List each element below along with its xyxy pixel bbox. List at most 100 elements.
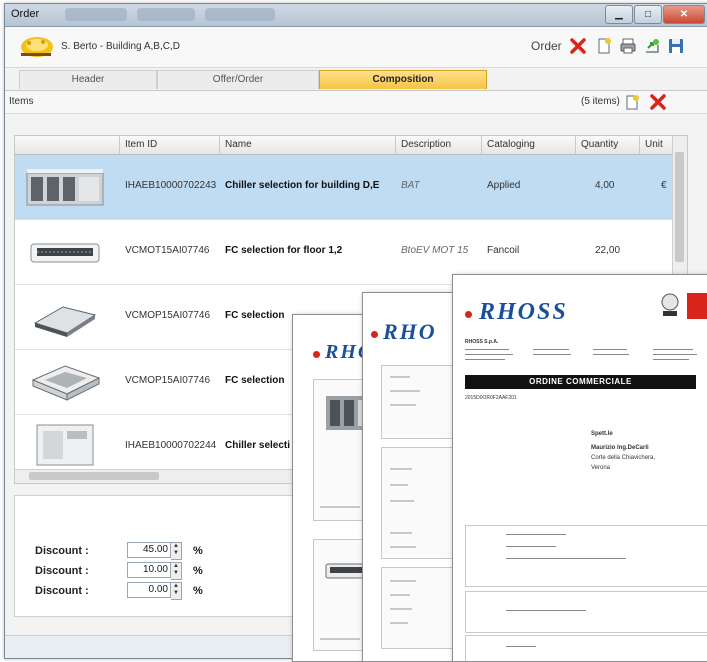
horizontal-scroll-thumb[interactable] xyxy=(29,472,159,480)
table-row[interactable]: IHAEB10000702243 Chiller selection for b… xyxy=(15,155,673,220)
discounts-panel: Discount : 45.00 ▲ ▼ % Discount : 10.00 ▲… xyxy=(14,495,306,617)
item-description: BAT xyxy=(401,180,420,191)
tab-composition[interactable]: Composition xyxy=(319,70,487,89)
document-heading: ORDINE COMMERCIALE xyxy=(465,375,696,389)
discount-unit: % xyxy=(193,545,203,557)
item-id: IHAEB10000702244 xyxy=(125,440,217,451)
close-window-button[interactable]: ✕ xyxy=(663,5,705,24)
building-logo-icon xyxy=(21,37,53,57)
chiller-unit-image xyxy=(36,424,94,466)
discount-spinner[interactable]: ▲ ▼ xyxy=(171,582,182,600)
delete-icon xyxy=(570,38,586,54)
item-description: BtoEV MOT 15 xyxy=(401,245,469,256)
items-count: (5 items) xyxy=(581,96,620,107)
item-name: Chiller selecti xyxy=(225,440,291,451)
print-button[interactable] xyxy=(617,35,639,57)
recipient-address: Corte della Chiavichera, xyxy=(591,455,656,461)
tab-header[interactable]: Header xyxy=(19,70,157,89)
chiller-unit-image xyxy=(26,169,104,206)
notes-box xyxy=(465,591,707,633)
document-reference: 2015D0OR0F2AAF201 xyxy=(465,395,517,401)
delete-icon xyxy=(650,94,666,110)
column-header-name[interactable]: Name xyxy=(225,139,252,150)
item-quantity: 4,00 xyxy=(595,180,615,191)
item-id: VCMOT15AI07746 xyxy=(125,245,210,256)
order-header: S. Berto - Building A,B,C,D Order xyxy=(5,27,707,68)
brand-dot xyxy=(313,351,320,358)
delete-item-button[interactable] xyxy=(647,91,669,113)
fancoil-unit-image xyxy=(30,243,100,263)
items-toolbar: Items (5 items) xyxy=(5,91,707,114)
items-label: Items xyxy=(9,96,34,107)
recipient-city: Verona xyxy=(591,465,611,471)
recipient-name: Maurizio Ing.DeCarli xyxy=(591,445,649,451)
discount-row: Discount : 10.00 ▲ ▼ % xyxy=(35,562,235,580)
delete-order-button[interactable] xyxy=(567,35,589,57)
discount-label: Discount : xyxy=(35,545,89,557)
title-bar: Order ▁ □ ✕ xyxy=(5,4,707,27)
discount-unit: % xyxy=(193,585,203,597)
discount-label: Discount : xyxy=(35,565,89,577)
tab-offer-order[interactable]: Offer/Order xyxy=(157,70,319,89)
item-id: VCMOP15AI07746 xyxy=(125,375,211,386)
add-item-button[interactable] xyxy=(621,91,643,113)
discount-row: Discount : 45.00 ▲ ▼ % xyxy=(35,542,235,560)
new-document-button[interactable] xyxy=(593,35,615,57)
item-cataloging: Applied xyxy=(487,180,521,191)
export-icon xyxy=(646,39,659,53)
blurred-taskbar-item xyxy=(65,8,127,21)
discount-unit: % xyxy=(193,565,203,577)
item-name: FC selection xyxy=(225,375,285,386)
item-name: FC selection for floor 1,2 xyxy=(225,245,343,256)
column-header-quantity[interactable]: Quantity xyxy=(581,139,618,150)
order-details-box xyxy=(465,525,707,587)
maximize-button[interactable]: □ xyxy=(634,5,662,24)
discount-spinner[interactable]: ▲ ▼ xyxy=(171,562,182,580)
item-quantity: 22,00 xyxy=(595,245,621,256)
item-name: Chiller selection for building D,E xyxy=(225,180,380,191)
vertical-scroll-thumb[interactable] xyxy=(675,152,684,262)
window-controls: ▁ □ ✕ xyxy=(604,5,705,24)
discount-input[interactable]: 10.00 xyxy=(127,562,171,578)
discount-input[interactable]: 45.00 xyxy=(127,542,171,558)
order-label: Order xyxy=(531,39,562,53)
discount-spinner[interactable]: ▲ ▼ xyxy=(171,542,182,560)
ceiling-unit-image xyxy=(33,306,97,337)
blurred-taskbar-item xyxy=(205,8,275,21)
save-icon xyxy=(669,39,683,53)
column-header-item-id[interactable]: Item ID xyxy=(125,139,157,150)
printer-icon xyxy=(620,38,636,54)
item-id: VCMOP15AI07746 xyxy=(125,310,211,321)
column-header-unit[interactable]: Unit xyxy=(645,139,663,150)
tab-strip: Header Offer/Order Composition xyxy=(5,68,707,91)
item-id: IHAEB10000702243 xyxy=(125,180,217,191)
column-header-cataloging[interactable]: Cataloging xyxy=(487,139,535,150)
new-item-icon xyxy=(626,95,639,110)
brand-dot xyxy=(371,331,378,338)
organization-name: S. Berto - Building A,B,C,D xyxy=(61,41,180,52)
brand-logo: RHO xyxy=(383,319,437,344)
document-preview-front: RHOSS RHOSS S.p.A. ORDINE COMMERCIALE 20… xyxy=(452,274,707,662)
terms-box xyxy=(465,635,707,661)
item-unit: € xyxy=(661,180,667,191)
blurred-taskbar-item xyxy=(137,8,195,21)
column-header-description[interactable]: Description xyxy=(401,139,451,150)
recipient-line: Spett.le xyxy=(591,431,613,437)
discount-input[interactable]: 0.00 xyxy=(127,582,171,598)
item-name: FC selection xyxy=(225,310,285,321)
company-name: RHOSS S.p.A. xyxy=(465,339,499,345)
item-cataloging: Fancoil xyxy=(487,245,520,256)
certification-badge xyxy=(687,293,707,319)
certification-seal-icon xyxy=(661,293,679,316)
discount-row: Discount : 0.00 ▲ ▼ % xyxy=(35,582,235,600)
minimize-button[interactable]: ▁ xyxy=(605,5,633,24)
cassette-unit-image xyxy=(31,365,101,401)
save-button[interactable] xyxy=(665,35,687,57)
discount-label: Discount : xyxy=(35,585,89,597)
brand-dot xyxy=(465,311,472,318)
window-title: Order xyxy=(11,8,40,20)
new-document-icon xyxy=(598,38,611,54)
brand-logo: RHOSS xyxy=(479,299,568,325)
export-button[interactable] xyxy=(641,35,663,57)
grid-header: Item ID Name Description Cataloging Quan… xyxy=(15,136,673,155)
